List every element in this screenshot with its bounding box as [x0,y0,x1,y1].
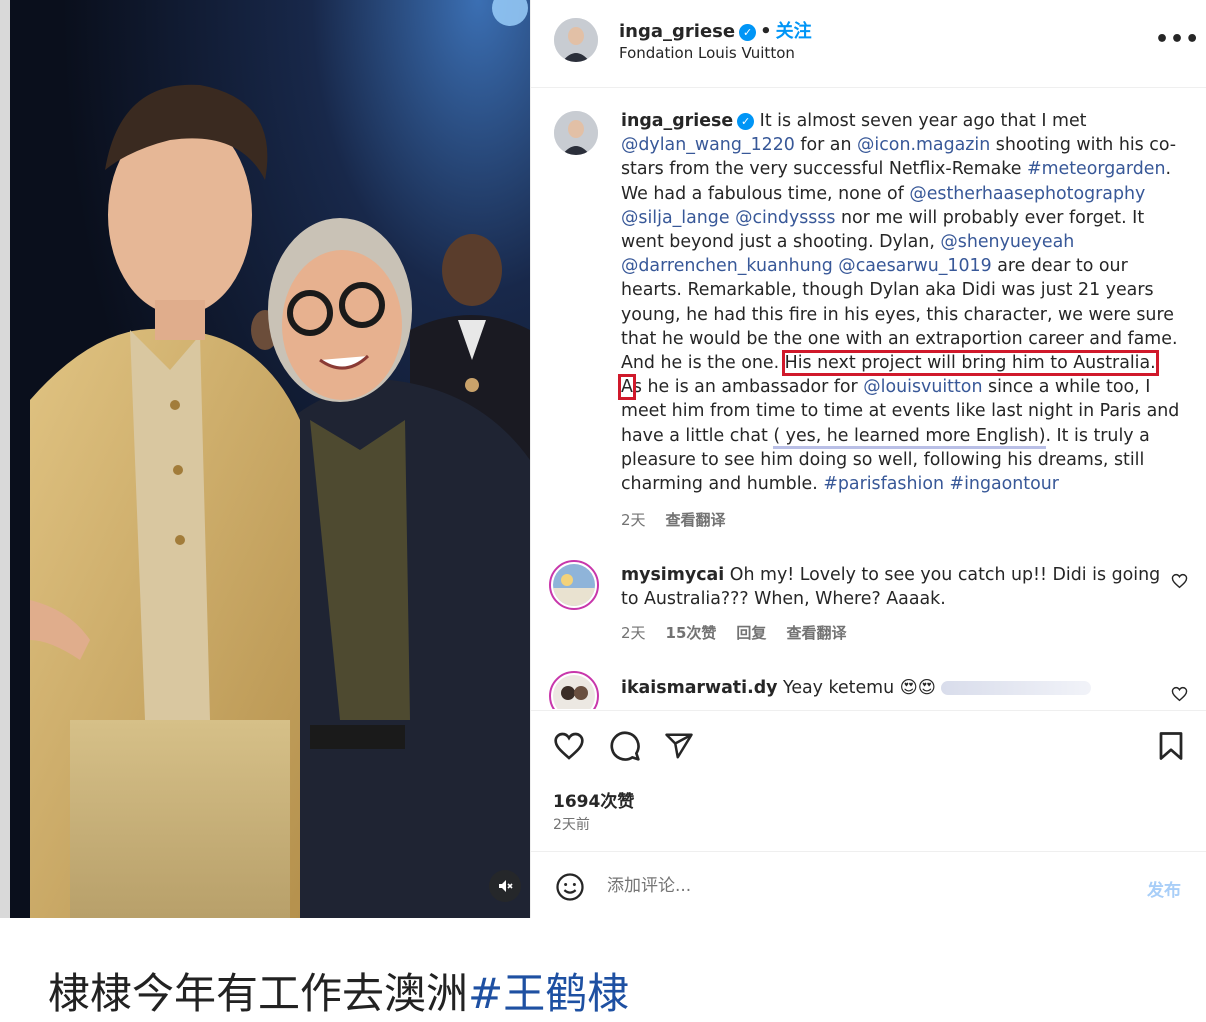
post-date: 2天前 [553,817,590,833]
caption-username[interactable]: inga_griese [621,111,733,131]
repost-caption: 棣棣今年有工作去澳洲#王鹤棣 [48,960,629,1021]
comment-username[interactable]: mysimycai [621,565,724,585]
author-avatar[interactable] [554,18,598,62]
comment-text: Yeay ketemu 😍😍 [777,678,942,698]
comment-username[interactable]: ikaismarwati.dy [621,678,777,698]
post-photo[interactable] [10,0,530,918]
comment-translate-link[interactable]: 查看翻译 [786,624,846,642]
verified-icon: ✓ [739,24,757,41]
likes-count[interactable]: 1694次赞 [553,787,634,812]
comments-scroll-area[interactable]: inga_griese ✓ It is almost seven year ago… [531,89,1206,709]
hashtag-link[interactable]: #ingaontour [950,474,1059,494]
post-location[interactable]: Fondation Louis Vuitton [619,44,795,62]
caption-meta: 2天 查看翻译 [621,509,726,530]
mention-link[interactable]: @silja_lange [621,208,730,228]
mention-link[interactable]: @cindyssss [735,208,835,228]
avatar-image [553,675,595,709]
mention-link[interactable]: @caesarwu_1019 [838,256,991,276]
caption-text: s he is an ambassador for [632,377,864,398]
caption-time: 2天 [621,511,646,529]
underlined-phrase: ( yes, he learned more English) [773,425,1046,449]
avatar-image [554,111,598,155]
blurred-text [941,681,1092,695]
mention-link[interactable]: @louisvuitton [863,377,982,397]
verified-icon: ✓ [737,113,755,130]
photo-illustration [10,0,530,918]
emoji-icon[interactable] [555,872,585,902]
heart-icon[interactable] [553,731,585,761]
repost-caption-text: 棣棣今年有工作去澳洲 [48,969,469,1018]
post-side-panel: inga_griese ✓ • 关注 Fondation Louis Vuitton … [530,0,1206,918]
instagram-post-window: inga_griese ✓ • 关注 Fondation Louis Vuitton … [0,0,1206,918]
caption-text: for an [794,135,858,156]
add-comment-bar: 发布 [531,851,1206,918]
left-edge-strip [0,0,10,918]
hashtag-link[interactable]: #parisfashion [823,474,944,494]
author-line: inga_griese ✓ • 关注 [619,17,812,43]
hashtag-link[interactable]: #meteorgarden [1027,159,1166,179]
avatar-image [554,18,598,62]
comment-item: mysimycai Oh my! Lovely to see you catch… [621,563,1161,611]
mention-link[interactable]: @estherhaasephotography [909,184,1145,204]
comment-item: ikaismarwati.dy Yeay ketemu 😍😍 [621,676,1161,700]
separator-dot: • [760,21,772,42]
comment-input[interactable] [607,876,1107,896]
mute-button[interactable] [489,870,521,902]
caption-text: It is almost seven year ago that I met [754,111,1087,131]
comment-time: 2天 [621,624,646,642]
post-comment-button[interactable]: 发布 [1147,876,1181,901]
comment-like-heart-icon[interactable] [1171,686,1188,702]
reply-button[interactable]: 回复 [736,624,766,642]
more-icon[interactable]: ••• [1155,27,1200,52]
mute-icon [499,880,513,892]
caption-author-avatar[interactable] [554,111,598,155]
comment-likes-count[interactable]: 15次赞 [666,624,717,642]
post-actions: 1694次赞 2天前 [531,710,1206,850]
mention-link[interactable]: @darrenchen_kuanhung [621,256,833,276]
follow-button[interactable]: 关注 [776,21,812,42]
mention-link[interactable]: @shenyueyeah [940,232,1074,252]
commenter-avatar[interactable] [549,560,599,610]
commenter-avatar[interactable] [549,671,599,709]
post-caption: inga_griese ✓ It is almost seven year ago… [618,109,1181,496]
comment-icon[interactable] [609,730,641,762]
comment-like-heart-icon[interactable] [1171,573,1188,589]
repost-hashtag[interactable]: #王鹤棣 [468,969,629,1018]
author-username[interactable]: inga_griese [619,21,735,42]
comment-meta: 2天 15次赞 回复 查看翻译 [621,622,846,643]
mention-link[interactable]: @icon.magazin [857,135,990,155]
mention-link[interactable]: @dylan_wang_1220 [621,135,795,155]
bookmark-icon[interactable] [1157,731,1185,761]
avatar-image [553,564,595,606]
post-header: inga_griese ✓ • 关注 Fondation Louis Vuitton … [531,0,1206,88]
share-icon[interactable] [663,731,695,761]
caption-translate-link[interactable]: 查看翻译 [666,511,726,529]
